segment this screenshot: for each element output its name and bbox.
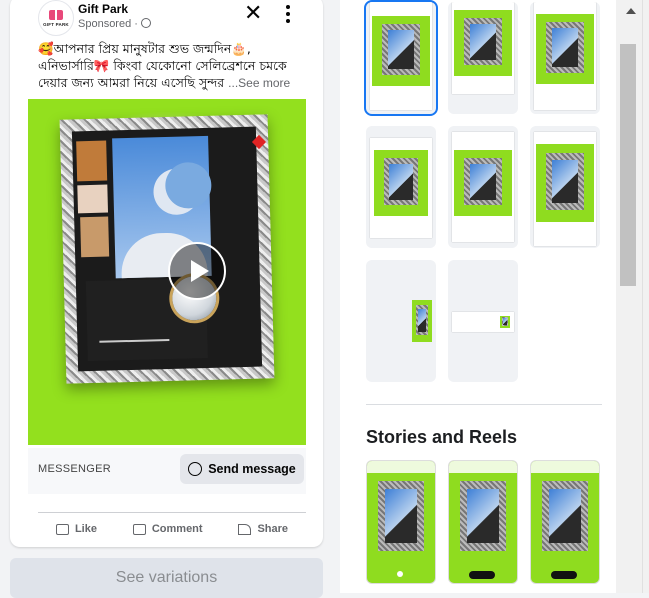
story-placement-thumbnail[interactable]: [366, 460, 436, 584]
send-message-label: Send message: [208, 462, 296, 476]
comment-label: Comment: [151, 523, 203, 535]
placement-thumbnail[interactable]: [448, 2, 518, 114]
facebook-post-preview: GIFT PARK Gift Park Sponsored · ✕ 🥰আপনার…: [10, 0, 323, 547]
post-caption: 🥰আপনার প্রিয় মানুষটার শুভ জন্মদিন🎂, এনি…: [38, 40, 306, 92]
placement-thumbnail[interactable]: [448, 126, 518, 248]
page-avatar[interactable]: GIFT PARK: [38, 0, 74, 36]
divider: [38, 512, 306, 513]
placement-thumbnail[interactable]: [448, 260, 518, 382]
story-placement-thumbnail[interactable]: [448, 460, 518, 584]
see-variations-button[interactable]: See variations: [10, 558, 323, 598]
section-divider: [366, 404, 602, 405]
gift-icon: [49, 9, 63, 20]
more-options-icon[interactable]: [278, 0, 298, 28]
like-icon: [55, 523, 69, 535]
sponsored-text: Sponsored ·: [78, 18, 138, 30]
placement-thumbnail[interactable]: [530, 126, 600, 248]
photo-frame-image: [59, 114, 275, 384]
placement-thumbnail[interactable]: [366, 126, 436, 248]
scrollbar[interactable]: [616, 0, 649, 593]
ad-video[interactable]: [28, 99, 306, 445]
share-label: Share: [257, 523, 289, 535]
placements-panel: Stories and Reels: [340, 0, 616, 593]
share-icon: [238, 523, 252, 535]
ad-preview-panel: GIFT PARK Gift Park Sponsored · ✕ 🥰আপনার…: [0, 0, 340, 598]
scroll-up-icon[interactable]: [626, 8, 636, 14]
send-message-button[interactable]: Send message: [180, 454, 304, 484]
like-button[interactable]: Like: [55, 523, 97, 535]
post-header: GIFT PARK Gift Park Sponsored · ✕: [38, 0, 318, 36]
reels-placement-thumbnail[interactable]: [530, 460, 600, 584]
messenger-icon: [188, 462, 203, 476]
cta-label: MESSENGER: [38, 463, 111, 475]
scrollbar-thumb[interactable]: [620, 44, 636, 286]
cta-bar: MESSENGER Send message: [28, 448, 306, 494]
comment-icon: [132, 523, 146, 535]
placement-thumbnail[interactable]: [530, 2, 600, 114]
logo-text: GIFT PARK: [43, 21, 69, 27]
sponsored-label: Sponsored ·: [78, 18, 151, 30]
play-icon[interactable]: [168, 242, 226, 300]
like-label: Like: [74, 523, 97, 535]
placement-thumbnail[interactable]: [364, 0, 438, 116]
page-name[interactable]: Gift Park: [78, 2, 128, 16]
comment-button[interactable]: Comment: [132, 523, 203, 535]
stories-reels-heading: Stories and Reels: [366, 427, 518, 447]
close-icon[interactable]: ✕: [244, 3, 262, 25]
globe-icon: [140, 18, 151, 28]
post-actions: Like Comment Share: [38, 518, 306, 540]
share-button[interactable]: Share: [238, 523, 288, 535]
see-more-link[interactable]: ...See more: [228, 76, 290, 90]
placement-thumbnail[interactable]: [366, 260, 436, 382]
